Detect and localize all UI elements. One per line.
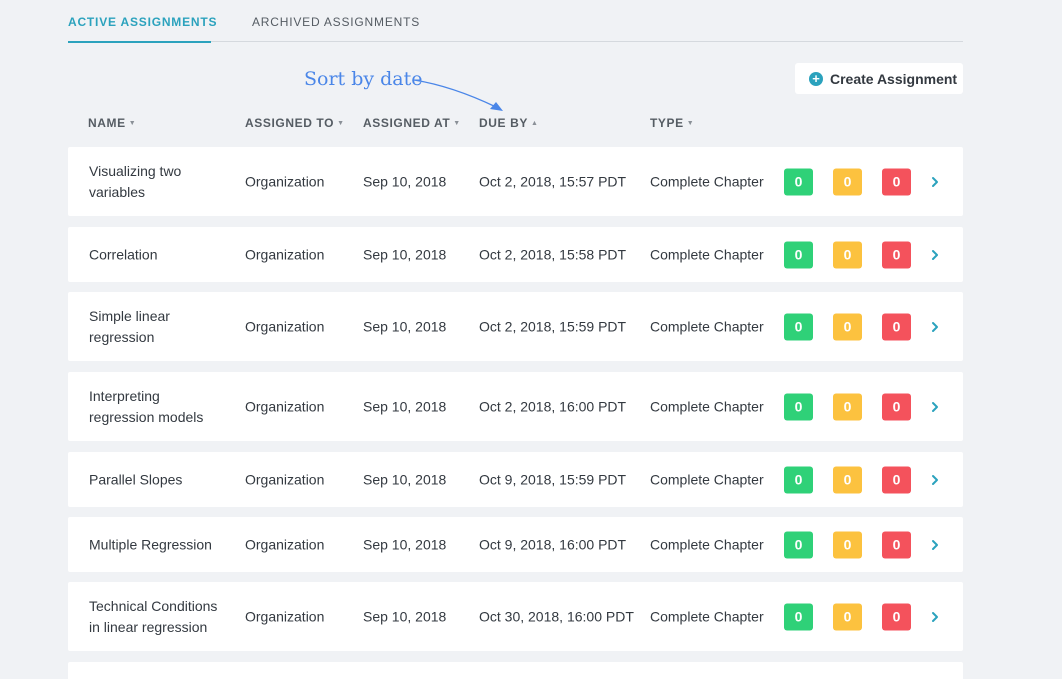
tab-active-assignments[interactable]: ACTIVE ASSIGNMENTS — [68, 15, 217, 43]
assignment-tabs: ACTIVE ASSIGNMENTS ARCHIVED ASSIGNMENTS — [68, 0, 963, 43]
annotation-arrow-icon — [413, 79, 503, 111]
table-row[interactable]: Correlation Organization Sep 10, 2018 Oc… — [68, 227, 963, 282]
chevron-right-icon[interactable] — [931, 321, 939, 333]
not-started-count-badge: 0 — [882, 168, 911, 195]
column-type-label: TYPE — [650, 116, 684, 130]
due-by: Oct 9, 2018, 16:00 PDT — [479, 536, 627, 552]
sort-annotation: Sort by date — [304, 68, 423, 90]
not-started-count-badge: 0 — [882, 313, 911, 340]
tab-archived-assignments[interactable]: ARCHIVED ASSIGNMENTS — [252, 15, 420, 29]
completed-count-badge: 0 — [784, 241, 813, 268]
completed-count-badge: 0 — [784, 466, 813, 493]
column-header-type[interactable]: TYPE ▼ — [650, 116, 694, 130]
table-header: NAME ▼ ASSIGNED TO ▼ ASSIGNED AT ▼ DUE BY ▲ … — [0, 116, 1062, 132]
table-row[interactable]: Technical Conditions in linear regressio… — [68, 582, 963, 651]
assignment-name: Simple linear regression — [89, 307, 170, 345]
plus-circle-icon: + — [809, 71, 823, 86]
assignment-type: Complete Chapter — [650, 398, 764, 414]
column-header-assigned-at[interactable]: ASSIGNED AT ▼ — [363, 116, 461, 130]
table-row[interactable]: Parallel Slopes Organization Sep 10, 201… — [68, 452, 963, 507]
due-by: Oct 2, 2018, 15:58 PDT — [479, 246, 627, 262]
chevron-right-icon[interactable] — [931, 401, 939, 413]
completed-count-badge: 0 — [784, 168, 813, 195]
column-header-assigned-to[interactable]: ASSIGNED TO ▼ — [245, 116, 345, 130]
chevron-right-icon[interactable] — [931, 249, 939, 261]
not-started-count-badge: 0 — [882, 241, 911, 268]
assigned-to: Organization — [245, 608, 325, 624]
assigned-at: Sep 10, 2018 — [363, 471, 447, 487]
in-progress-count-badge: 0 — [833, 313, 862, 340]
assignment-type: Complete Chapter — [650, 471, 764, 487]
table-row[interactable]: Multiple Regression Organization Sep 10,… — [68, 517, 963, 572]
completed-count-badge: 0 — [784, 313, 813, 340]
column-header-due-by[interactable]: DUE BY ▲ — [479, 116, 538, 130]
assigned-at: Sep 10, 2018 — [363, 398, 447, 414]
assignment-name: Interpreting regression models — [89, 387, 204, 425]
due-by: Oct 30, 2018, 16:00 PDT — [479, 608, 634, 624]
assigned-to: Organization — [245, 471, 325, 487]
assignment-type: Complete Chapter — [650, 318, 764, 334]
due-by: Oct 2, 2018, 16:00 PDT — [479, 398, 627, 414]
chevron-right-icon[interactable] — [931, 611, 939, 623]
in-progress-count-badge: 0 — [833, 241, 862, 268]
table-row[interactable]: Visualizing two variables Organization S… — [68, 147, 963, 216]
due-by: Oct 9, 2018, 15:59 PDT — [479, 471, 627, 487]
assignment-type: Complete Chapter — [650, 608, 764, 624]
assigned-to: Organization — [245, 318, 325, 334]
due-by: Oct 2, 2018, 15:57 PDT — [479, 173, 627, 189]
in-progress-count-badge: 0 — [833, 168, 862, 195]
create-assignment-button[interactable]: + Create Assignment — [795, 63, 963, 94]
in-progress-count-badge: 0 — [833, 603, 862, 630]
in-progress-count-badge: 0 — [833, 393, 862, 420]
column-name-label: NAME — [88, 116, 126, 130]
assigned-at: Sep 10, 2018 — [363, 536, 447, 552]
assigned-to: Organization — [245, 246, 325, 262]
not-started-count-badge: 0 — [882, 466, 911, 493]
assignment-type: Complete Chapter — [650, 246, 764, 262]
not-started-count-badge: 0 — [882, 393, 911, 420]
assigned-to: Organization — [245, 536, 325, 552]
column-assigned-to-label: ASSIGNED TO — [245, 116, 335, 130]
not-started-count-badge: 0 — [882, 603, 911, 630]
assignment-name: Technical Conditions in linear regressio… — [89, 597, 218, 635]
assigned-at: Sep 10, 2018 — [363, 173, 447, 189]
column-assigned-at-label: ASSIGNED AT — [363, 116, 451, 130]
assigned-to: Organization — [245, 398, 325, 414]
sort-down-icon: ▼ — [686, 120, 695, 127]
assigned-at: Sep 10, 2018 — [363, 318, 447, 334]
assignment-type: Complete Chapter — [650, 536, 764, 552]
sort-down-icon: ▼ — [128, 120, 137, 127]
table-row[interactable]: Interpreting regression models Organizat… — [68, 372, 963, 441]
sort-down-icon: ▼ — [453, 120, 461, 127]
assignment-name: Multiple Regression — [89, 536, 212, 552]
chevron-right-icon[interactable] — [931, 474, 939, 486]
column-due-by-label: DUE BY — [479, 116, 528, 130]
assignment-type: Complete Chapter — [650, 173, 764, 189]
assignment-name: Visualizing two variables — [89, 162, 182, 200]
sort-down-icon: ▼ — [337, 120, 345, 127]
assignments-page: ACTIVE ASSIGNMENTS ARCHIVED ASSIGNMENTS … — [0, 0, 1062, 679]
assigned-to: Organization — [245, 173, 325, 189]
chevron-right-icon[interactable] — [931, 539, 939, 551]
not-started-count-badge: 0 — [882, 531, 911, 558]
completed-count-badge: 0 — [784, 393, 813, 420]
sort-up-icon: ▲ — [530, 120, 539, 127]
in-progress-count-badge: 0 — [833, 466, 862, 493]
assignment-name: Correlation — [89, 246, 158, 262]
chevron-right-icon[interactable] — [931, 176, 939, 188]
table-row-partial[interactable] — [68, 662, 963, 679]
in-progress-count-badge: 0 — [833, 531, 862, 558]
assigned-at: Sep 10, 2018 — [363, 246, 447, 262]
completed-count-badge: 0 — [784, 603, 813, 630]
column-header-name[interactable]: NAME ▼ — [88, 116, 136, 130]
assignment-name: Parallel Slopes — [89, 471, 183, 487]
completed-count-badge: 0 — [784, 531, 813, 558]
table-row[interactable]: Simple linear regression Organization Se… — [68, 292, 963, 361]
assigned-at: Sep 10, 2018 — [363, 608, 447, 624]
create-assignment-label: Create Assignment — [830, 70, 958, 87]
due-by: Oct 2, 2018, 15:59 PDT — [479, 318, 627, 334]
